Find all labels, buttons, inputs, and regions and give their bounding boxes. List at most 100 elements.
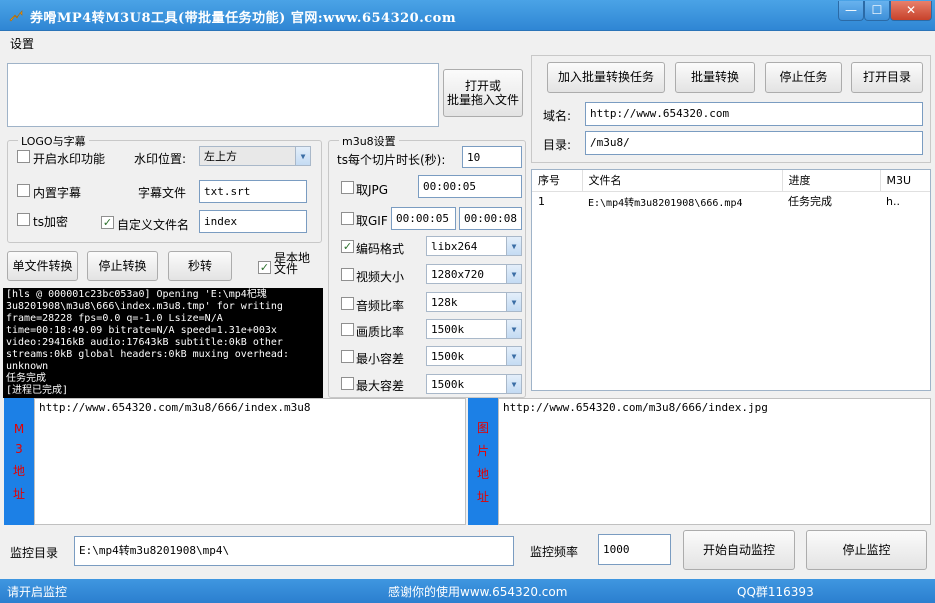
m3u8-address-textarea[interactable]: http://www.654320.com/m3u8/666/index.m3u…: [34, 398, 466, 525]
stop-monitor-button[interactable]: 停止监控: [806, 530, 927, 570]
max-buffer-select[interactable]: 1500k ▼: [426, 374, 522, 394]
open-or-drag-files-button[interactable]: 打开或 批量拖入文件: [443, 69, 523, 117]
jpg-time-input[interactable]: 00:00:05: [418, 175, 522, 198]
column-header-progress[interactable]: 进度: [782, 170, 881, 192]
single-file-convert-button[interactable]: 单文件转换: [7, 251, 78, 281]
m3-label-char: 地: [12, 463, 25, 478]
watermark-position-label: 水印位置:: [134, 152, 187, 166]
log-console: [hls @ 000001c23bc053a0] Opening 'E:\mp4…: [3, 288, 323, 398]
quality-checkbox[interactable]: [341, 323, 354, 336]
img-label-char: 地: [476, 466, 489, 481]
max-buffer-value: 1500k: [431, 378, 465, 391]
image-address-textarea[interactable]: http://www.654320.com/m3u8/666/index.jpg: [498, 398, 931, 525]
column-header-index[interactable]: 序号: [532, 170, 583, 192]
chevron-down-icon: ▼: [506, 347, 521, 365]
audio-bitrate-checkbox[interactable]: [341, 297, 354, 310]
max-buffer-label: 最大容差: [356, 379, 405, 393]
img-label-char: 片: [476, 443, 489, 458]
menu-settings[interactable]: 设置: [10, 35, 34, 52]
monitor-directory-label: 监控目录: [10, 546, 59, 560]
min-buffer-label: 最小容差: [356, 352, 405, 366]
monitor-frequency-label: 监控频率: [530, 545, 579, 559]
menu-bar: 设置: [0, 31, 935, 53]
video-size-checkbox[interactable]: [341, 268, 354, 281]
cell-index: 1: [538, 194, 545, 208]
column-header-m3u[interactable]: M3U: [880, 170, 930, 192]
codec-select[interactable]: libx264 ▼: [426, 236, 522, 256]
max-buffer-checkbox[interactable]: [341, 377, 354, 390]
quality-label: 画质比率: [356, 325, 405, 339]
embed-subtitle-label: 内置字幕: [33, 186, 82, 200]
m3-label-char: 址: [12, 486, 25, 501]
quality-select[interactable]: 1500k ▼: [426, 319, 522, 339]
chevron-down-icon: ▼: [506, 375, 521, 393]
img-label-char: 址: [476, 489, 489, 504]
m3-label-char: 3: [15, 441, 23, 456]
batch-convert-button[interactable]: 批量转换: [675, 62, 755, 93]
audio-bitrate-label: 音频比率: [356, 299, 405, 313]
stop-task-button[interactable]: 停止任务: [765, 62, 842, 93]
jpg-label: 取JPG: [356, 183, 389, 197]
watermark-checkbox[interactable]: [17, 150, 30, 163]
title-bar[interactable]: 券嗗MP4转M3U8工具(带批量任务功能) 官网:www.654320.com …: [0, 0, 935, 31]
maximize-button[interactable]: ☐: [864, 1, 890, 21]
monitor-frequency-input[interactable]: 1000: [598, 534, 671, 565]
watermark-label: 开启水印功能: [33, 152, 106, 166]
image-address-label: 图 片 地 址: [468, 398, 498, 525]
task-table[interactable]: 序号 文件名 进度 M3U 1 E:\mp4转m3u8201908\666.mp…: [531, 169, 931, 391]
domain-label: 域名:: [543, 109, 572, 123]
min-buffer-checkbox[interactable]: [341, 350, 354, 363]
table-row[interactable]: 1 E:\mp4转m3u8201908\666.mp4 任务完成 h..: [532, 191, 930, 211]
start-auto-monitor-button[interactable]: 开始自动监控: [683, 530, 795, 570]
chevron-down-icon: ▼: [506, 237, 521, 255]
gif-label: 取GIF: [356, 214, 388, 228]
video-size-select[interactable]: 1280x720 ▼: [426, 264, 522, 284]
codec-checkbox[interactable]: ✓: [341, 240, 354, 253]
img-label-char: 图: [476, 420, 489, 435]
segment-length-input[interactable]: 10: [462, 146, 522, 168]
gif-end-input[interactable]: 00:00:08: [459, 207, 522, 230]
ts-encrypt-label: ts加密: [33, 215, 68, 229]
min-buffer-select[interactable]: 1500k ▼: [426, 346, 522, 366]
monitor-directory-input[interactable]: E:\mp4转m3u8201908\mp4\: [74, 536, 514, 566]
is-local-file-checkbox[interactable]: ✓: [258, 261, 271, 274]
is-local-file-label: 是本地 文件: [274, 251, 311, 276]
cell-progress: 任务完成: [788, 195, 832, 209]
m3u8-group-title: m3u8设置: [339, 133, 399, 149]
ts-encrypt-checkbox[interactable]: [17, 213, 30, 226]
gif-checkbox[interactable]: [341, 212, 354, 225]
custom-filename-checkbox[interactable]: ✓: [101, 216, 114, 229]
window-title: 券嗗MP4转M3U8工具(带批量任务功能) 官网:www.654320.com: [30, 11, 457, 26]
stop-convert-button[interactable]: 停止转换: [87, 251, 158, 281]
cell-filename: E:\mp4转m3u8201908\666.mp4: [588, 197, 743, 209]
close-button[interactable]: ✕: [890, 1, 932, 21]
gif-start-input[interactable]: 00:00:05: [391, 207, 456, 230]
subtitle-file-label: 字幕文件: [138, 186, 187, 200]
seconds-convert-button[interactable]: 秒转: [168, 251, 232, 281]
add-batch-task-button[interactable]: 加入批量转换任务: [547, 62, 665, 93]
cell-m3u: h..: [886, 194, 900, 208]
embed-subtitle-checkbox[interactable]: [17, 184, 30, 197]
audio-bitrate-select[interactable]: 128k ▼: [426, 292, 522, 312]
audio-bitrate-value: 128k: [431, 296, 458, 309]
directory-input[interactable]: /m3u8/: [585, 131, 923, 155]
watermark-position-select[interactable]: 左上方 ▼: [199, 146, 311, 166]
open-directory-button[interactable]: 打开目录: [851, 62, 923, 93]
chevron-down-icon: ▼: [295, 147, 310, 165]
file-path-input[interactable]: [7, 63, 439, 127]
domain-input[interactable]: http://www.654320.com: [585, 102, 923, 126]
m3-label-char: M: [13, 421, 25, 436]
status-center: 感谢你的使用www.654320.com: [388, 585, 568, 599]
jpg-checkbox[interactable]: [341, 181, 354, 194]
chevron-down-icon: ▼: [506, 265, 521, 283]
quality-value: 1500k: [431, 323, 465, 336]
video-size-label: 视频大小: [356, 270, 405, 284]
custom-filename-label: 自定义文件名: [117, 218, 190, 232]
status-bar: 请开启监控 感谢你的使用www.654320.com QQ群116393: [0, 579, 935, 603]
custom-filename-input[interactable]: index: [199, 210, 307, 233]
minimize-button[interactable]: —: [838, 1, 864, 21]
codec-label: 编码格式: [356, 242, 405, 256]
watermark-position-value: 左上方: [204, 150, 237, 163]
column-header-filename[interactable]: 文件名: [582, 170, 783, 192]
subtitle-file-input[interactable]: txt.srt: [199, 180, 307, 203]
